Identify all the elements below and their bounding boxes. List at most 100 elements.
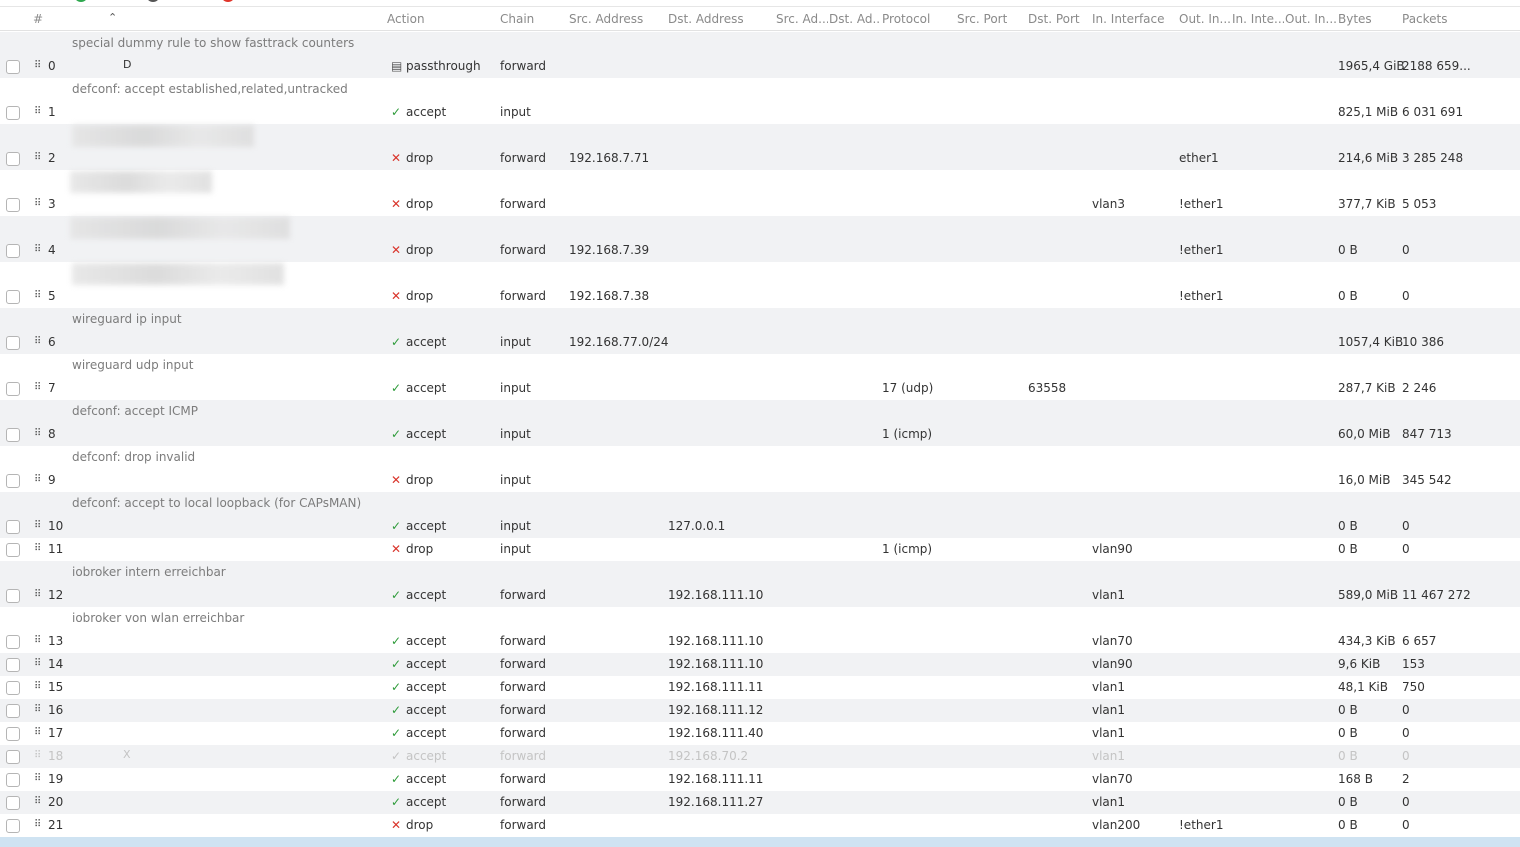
rule-action: ✕ drop <box>391 243 433 257</box>
table-row[interactable]: ⠿ 15 ✓ accept forward 192.168.111.11 vlan1 48,1… <box>0 676 1520 699</box>
row-checkbox[interactable] <box>6 819 20 833</box>
table-row[interactable]: ⠿ 20 ✓ accept forward 192.168.111.27 vlan1 0 B 0 <box>0 791 1520 814</box>
drag-handle-icon[interactable]: ⠿ <box>34 727 42 738</box>
row-checkbox[interactable] <box>6 474 20 488</box>
x-icon: ✕ <box>391 542 402 556</box>
col-header-bytes[interactable]: Bytes <box>1338 12 1372 26</box>
drag-handle-icon[interactable]: ⠿ <box>34 106 42 117</box>
rule-dst-address: 192.168.111.40 <box>668 726 764 740</box>
table-row[interactable]: ⠿ 11 ✕ drop input 1 (icmp) vlan90 0 B 0 <box>0 538 1520 561</box>
table-row[interactable]: ⠿ 3 ✕ drop forward vlan3 !ether1 377,7 KiB 5 053 <box>0 170 1520 216</box>
drag-handle-icon[interactable]: ⠿ <box>34 796 42 807</box>
table-row[interactable]: defconf: accept to local loopback (for C… <box>0 492 1520 538</box>
row-checkbox[interactable] <box>6 727 20 741</box>
table-row[interactable]: special dummy rule to show fasttrack cou… <box>0 32 1520 78</box>
col-header-dst-port[interactable]: Dst. Port <box>1028 12 1080 26</box>
row-checkbox[interactable] <box>6 198 20 212</box>
row-checkbox[interactable] <box>6 520 20 534</box>
table-row[interactable]: iobroker von wlan erreichbar ⠿ 13 ✓ accept fo… <box>0 607 1520 653</box>
drag-handle-icon[interactable]: ⠿ <box>34 819 42 830</box>
table-row[interactable]: ⠿ 2 ✕ drop forward 192.168.7.71 ether1 214,6 Mi… <box>0 124 1520 170</box>
col-header-action[interactable]: Action <box>387 12 425 26</box>
table-row[interactable]: ⠿ 14 ✓ accept forward 192.168.111.10 vlan90 9,6… <box>0 653 1520 676</box>
table-row[interactable]: ⠿ 4 ✕ drop forward 192.168.7.39 !ether1 0 B 0 <box>0 216 1520 262</box>
row-checkbox[interactable] <box>6 658 20 672</box>
rule-action: ▤ passthrough <box>391 59 481 73</box>
drag-handle-icon[interactable]: ⠿ <box>34 543 42 554</box>
rule-comment: wireguard ip input <box>72 312 182 326</box>
drag-handle-icon[interactable]: ⠿ <box>34 658 42 669</box>
col-header-src-port[interactable]: Src. Port <box>957 12 1007 26</box>
rule-comment: iobroker intern erreichbar <box>72 565 226 579</box>
rule-bytes: 9,6 KiB <box>1338 657 1381 671</box>
col-header-packets[interactable]: Packets <box>1402 12 1448 26</box>
col-header-src-address[interactable]: Src. Address <box>569 12 643 26</box>
row-checkbox[interactable] <box>6 750 20 764</box>
table-row[interactable]: ⠿ 18 X ✓ accept forward 192.168.70.2 vlan1 0 B 0 <box>0 745 1520 768</box>
rule-action-label: drop <box>406 197 434 211</box>
table-row[interactable]: defconf: accept ICMP ⠿ 8 ✓ accept input 1 (icm… <box>0 400 1520 446</box>
col-header-out-in[interactable]: Out. In... <box>1179 12 1231 26</box>
rule-src-address: 192.168.77.0/24 <box>569 335 669 349</box>
rule-src-address: 192.168.7.39 <box>569 243 650 257</box>
drag-handle-icon[interactable]: ⠿ <box>34 198 42 209</box>
col-header-chain[interactable]: Chain <box>500 12 534 26</box>
row-checkbox[interactable] <box>6 336 20 350</box>
drag-handle-icon[interactable]: ⠿ <box>34 773 42 784</box>
drag-handle-icon[interactable]: ⠿ <box>34 152 42 163</box>
drag-handle-icon[interactable]: ⠿ <box>34 382 42 393</box>
row-checkbox[interactable] <box>6 382 20 396</box>
drag-handle-icon[interactable]: ⠿ <box>34 750 42 761</box>
row-checkbox[interactable] <box>6 681 20 695</box>
col-header-protocol[interactable]: Protocol <box>882 12 930 26</box>
rule-action-label: drop <box>406 243 434 257</box>
col-header-dst-ad[interactable]: Dst. Ad... <box>829 12 881 26</box>
drag-handle-icon[interactable]: ⠿ <box>34 60 42 71</box>
rule-number: 19 <box>48 772 64 786</box>
table-row[interactable]: ⠿ 17 ✓ accept forward 192.168.111.40 vlan1 0 B 0 <box>0 722 1520 745</box>
row-checkbox[interactable] <box>6 635 20 649</box>
row-checkbox[interactable] <box>6 589 20 603</box>
row-checkbox[interactable] <box>6 290 20 304</box>
row-checkbox[interactable] <box>6 428 20 442</box>
drag-handle-icon[interactable]: ⠿ <box>34 681 42 692</box>
rule-action-label: accept <box>406 105 447 119</box>
col-header-out-in-2[interactable]: Out. In... <box>1285 12 1337 26</box>
col-header-in-inte[interactable]: In. Inte... <box>1232 12 1284 26</box>
col-header-src-ad[interactable]: Src. Ad... <box>776 12 828 26</box>
row-checkbox[interactable] <box>6 244 20 258</box>
drag-handle-icon[interactable]: ⠿ <box>34 336 42 347</box>
row-checkbox[interactable] <box>6 704 20 718</box>
table-row[interactable]: ⠿ 21 ✕ drop forward vlan200 !ether1 0 B 0 <box>0 814 1520 837</box>
rule-chain: input <box>500 427 531 441</box>
drag-handle-icon[interactable]: ⠿ <box>34 428 42 439</box>
drag-handle-icon[interactable]: ⠿ <box>34 704 42 715</box>
drag-handle-icon[interactable]: ⠿ <box>34 474 42 485</box>
drag-handle-icon[interactable]: ⠿ <box>34 290 42 301</box>
rule-action: ✕ drop <box>391 818 433 832</box>
drag-handle-icon[interactable]: ⠿ <box>34 244 42 255</box>
col-header-num[interactable]: # <box>33 12 43 26</box>
table-row-selected[interactable] <box>0 837 1520 847</box>
drag-handle-icon[interactable]: ⠿ <box>34 520 42 531</box>
col-header-in-interface[interactable]: In. Interface <box>1092 12 1165 26</box>
col-header-dst-address[interactable]: Dst. Address <box>668 12 744 26</box>
row-checkbox[interactable] <box>6 106 20 120</box>
row-checkbox[interactable] <box>6 796 20 810</box>
table-row[interactable]: iobroker intern erreichbar ⠿ 12 ✓ accept forw… <box>0 561 1520 607</box>
table-row[interactable]: ⠿ 5 ✕ drop forward 192.168.7.38 !ether1 0 B 0 <box>0 262 1520 308</box>
table-row[interactable]: ⠿ 19 ✓ accept forward 192.168.111.11 vlan70 168… <box>0 768 1520 791</box>
drag-handle-icon[interactable]: ⠿ <box>34 589 42 600</box>
row-checkbox[interactable] <box>6 152 20 166</box>
table-row[interactable]: wireguard udp input ⠿ 7 ✓ accept input 17 (udp… <box>0 354 1520 400</box>
check-icon: ✓ <box>391 680 402 694</box>
table-row[interactable]: defconf: drop invalid ⠿ 9 ✕ drop input 16,0 Mi… <box>0 446 1520 492</box>
drag-handle-icon[interactable]: ⠿ <box>34 635 42 646</box>
table-row[interactable]: defconf: accept established,related,untr… <box>0 78 1520 124</box>
row-checkbox[interactable] <box>6 773 20 787</box>
row-checkbox[interactable] <box>6 543 20 557</box>
table-row[interactable]: wireguard ip input ⠿ 6 ✓ accept input 192.168.… <box>0 308 1520 354</box>
table-row[interactable]: ⠿ 16 ✓ accept forward 192.168.111.12 vlan1 0 B 0 <box>0 699 1520 722</box>
sort-asc-icon[interactable]: ⌃ <box>108 11 117 24</box>
row-checkbox[interactable] <box>6 60 20 74</box>
